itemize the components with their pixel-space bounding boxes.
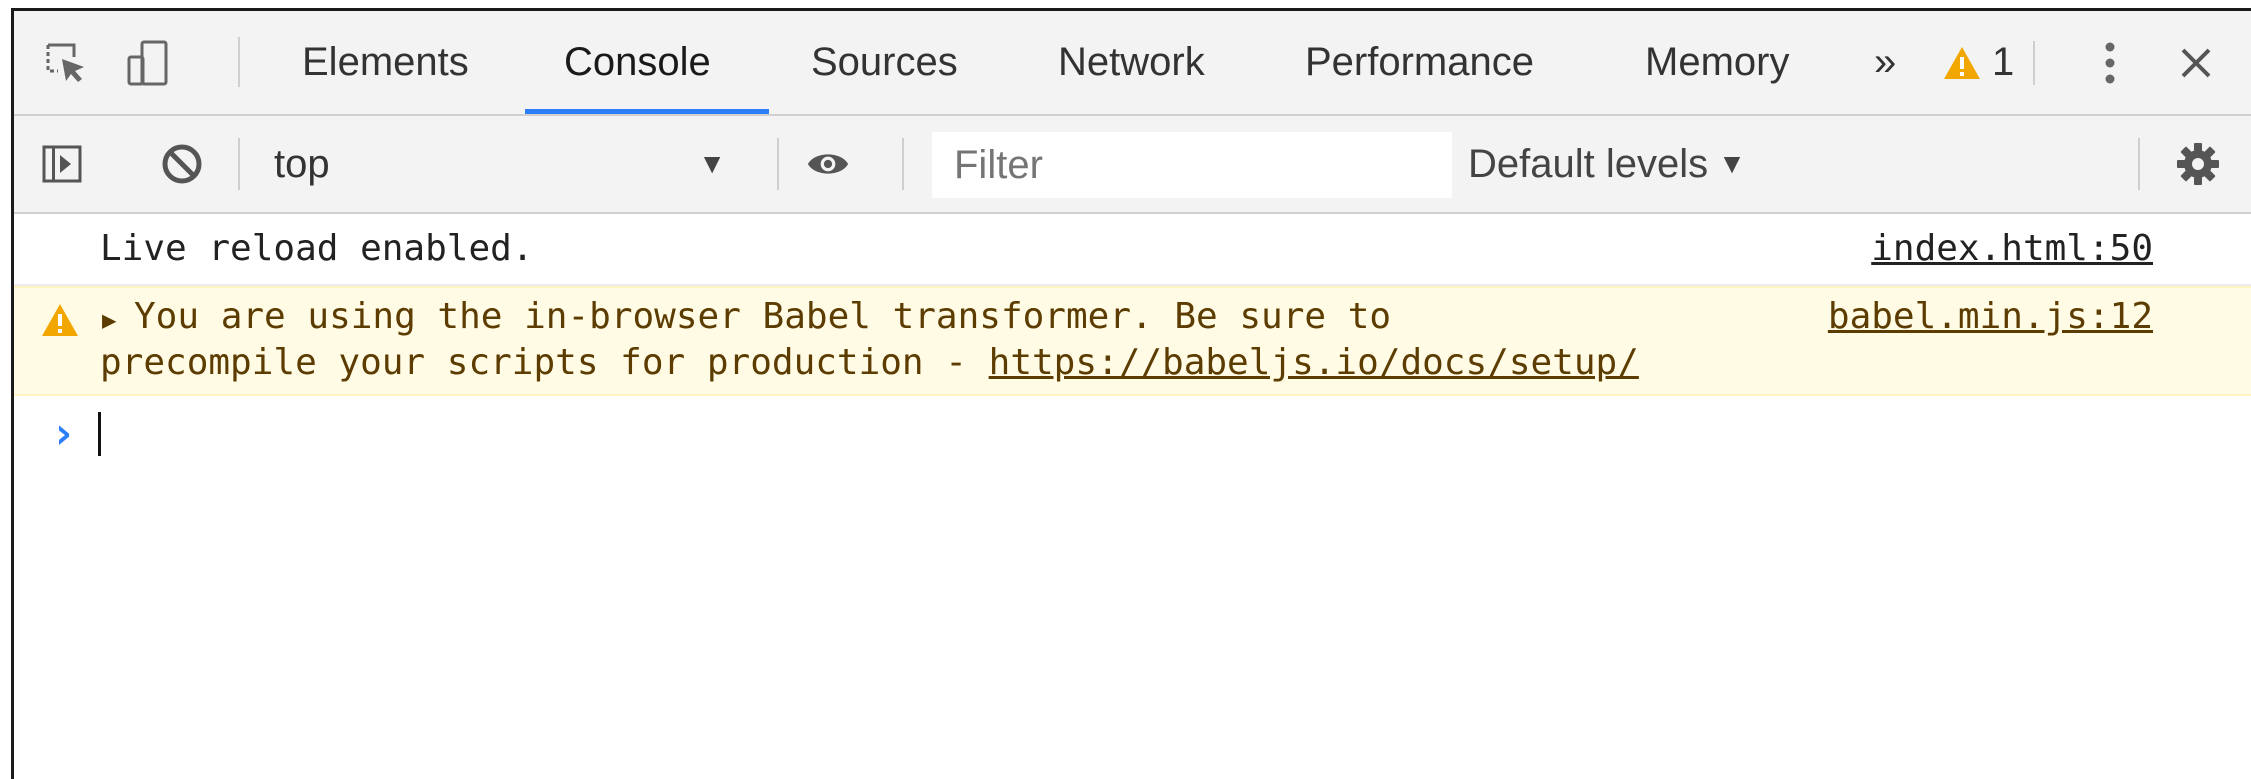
warning-icon: [1944, 46, 1980, 79]
tab-console[interactable]: Console: [564, 11, 711, 114]
clear-console-button[interactable]: [160, 142, 204, 186]
warning-icon: [42, 304, 78, 336]
tab-sources[interactable]: Sources: [811, 11, 958, 114]
tab-label: Sources: [811, 40, 958, 84]
tab-elements[interactable]: Elements: [302, 11, 469, 114]
toolbar-divider: [2033, 41, 2035, 85]
warning-text: precompile your scripts for production -: [100, 342, 989, 383]
tab-label: Performance: [1305, 40, 1534, 84]
tab-label: Memory: [1645, 40, 1790, 84]
filter-input[interactable]: [932, 132, 1452, 198]
chevron-down-icon: ▼: [698, 148, 726, 179]
device-toolbar-button[interactable]: [126, 40, 170, 86]
device-toolbar-icon: [127, 40, 168, 86]
tab-label: Elements: [302, 40, 469, 84]
live-expression-button[interactable]: [806, 142, 850, 186]
devtools-tabbar: Elements Console Sources Network Perform…: [14, 11, 2251, 116]
close-icon: [2181, 48, 2211, 78]
prompt-chevron-icon: ›: [50, 408, 77, 459]
inspect-element-icon: [46, 43, 84, 82]
console-settings-button[interactable]: [2176, 142, 2220, 186]
inspect-element-button[interactable]: [44, 41, 88, 85]
source-link[interactable]: index.html:50: [1871, 226, 2153, 272]
console-message-log: Live reload enabled. index.html:50: [14, 214, 2251, 286]
console-output: Live reload enabled. index.html:50 ▶ You…: [14, 214, 2251, 779]
context-value: top: [274, 141, 330, 186]
gear-icon: [2177, 143, 2219, 185]
console-prompt[interactable]: ›: [14, 404, 2251, 464]
log-levels-dropdown[interactable]: Default levels ▼: [1468, 116, 1746, 212]
kebab-menu-icon: [2105, 42, 2115, 84]
warning-counter-button[interactable]: 1: [1942, 11, 2014, 114]
toolbar-divider: [238, 37, 240, 87]
tab-performance[interactable]: Performance: [1305, 11, 1534, 114]
devtools-window: Elements Console Sources Network Perform…: [11, 8, 2251, 779]
toolbar-divider: [777, 138, 779, 190]
console-sidebar-toggle[interactable]: [40, 142, 84, 186]
toolbar-divider: [238, 138, 240, 190]
more-tabs-label: »: [1874, 40, 1897, 84]
tab-label: Console: [564, 40, 711, 84]
execution-context-select[interactable]: top ▼: [274, 116, 754, 212]
log-levels-label: Default levels: [1468, 141, 1709, 186]
sidebar-toggle-icon: [42, 145, 82, 183]
console-message-warning: ▶ You are using the in-browser Babel tra…: [14, 286, 2251, 396]
babel-docs-link[interactable]: https://babeljs.io/docs/setup/: [989, 342, 1639, 383]
toolbar-divider: [2138, 138, 2140, 190]
expand-triangle-icon[interactable]: ▶: [102, 306, 116, 334]
close-devtools-button[interactable]: [2174, 41, 2218, 85]
warning-text-line1: You are using the in-browser Babel trans…: [134, 296, 1392, 337]
tab-label: Network: [1058, 40, 1205, 84]
tab-network[interactable]: Network: [1058, 11, 1205, 114]
warning-count: 1: [1992, 40, 2015, 84]
source-link[interactable]: babel.min.js:12: [1828, 294, 2153, 340]
clear-console-icon: [162, 144, 202, 184]
more-tabs-button[interactable]: »: [1874, 11, 1896, 114]
text-caret: [98, 412, 101, 456]
console-toolbar: top ▼ Default levels ▼: [14, 116, 2251, 214]
warning-text-line2: precompile your scripts for production -…: [100, 340, 1639, 386]
toolbar-divider: [902, 138, 904, 190]
eye-icon: [807, 154, 849, 174]
chevron-down-icon: ▼: [1718, 148, 1746, 179]
tab-memory[interactable]: Memory: [1645, 11, 1789, 114]
customize-menu-button[interactable]: [2088, 41, 2132, 85]
active-tab-indicator: [525, 109, 769, 114]
message-text: Live reload enabled.: [100, 228, 534, 269]
